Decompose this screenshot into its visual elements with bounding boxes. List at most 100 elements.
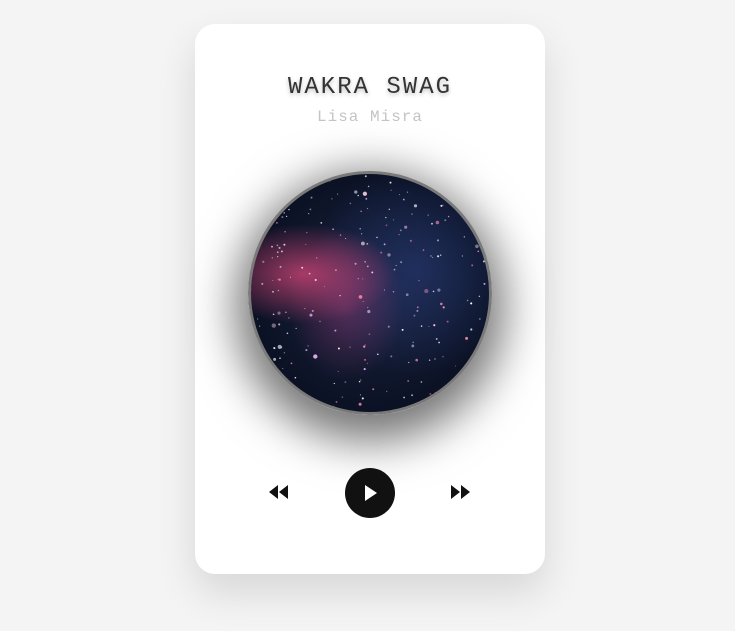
- star: [455, 365, 457, 367]
- star: [279, 357, 281, 359]
- star: [435, 220, 440, 225]
- star: [314, 174, 316, 176]
- star: [359, 227, 361, 230]
- star: [385, 224, 388, 227]
- star: [387, 253, 391, 257]
- star: [254, 216, 257, 219]
- star: [387, 325, 390, 328]
- star: [476, 174, 478, 176]
- star: [354, 190, 358, 194]
- star: [437, 390, 440, 393]
- album-art-disc: [248, 171, 492, 415]
- star: [479, 318, 481, 320]
- star: [345, 238, 347, 239]
- star: [256, 318, 259, 320]
- star: [273, 347, 276, 350]
- star: [437, 288, 441, 292]
- star: [446, 320, 449, 323]
- star: [482, 215, 484, 217]
- star: [416, 309, 419, 312]
- star: [364, 175, 367, 178]
- star: [295, 327, 297, 329]
- star: [310, 196, 313, 199]
- star: [263, 234, 266, 236]
- star: [481, 193, 483, 195]
- star: [272, 290, 274, 293]
- star: [376, 236, 378, 239]
- star: [274, 176, 277, 179]
- star: [407, 380, 410, 382]
- star: [358, 295, 363, 299]
- star: [398, 194, 401, 196]
- star: [283, 212, 285, 214]
- star: [363, 368, 366, 371]
- star: [424, 289, 429, 294]
- star: [386, 390, 388, 393]
- star: [332, 228, 334, 230]
- star: [311, 309, 314, 312]
- star: [275, 210, 278, 213]
- star: [411, 344, 415, 348]
- star: [283, 243, 286, 246]
- star: [272, 191, 274, 193]
- star: [457, 383, 459, 386]
- star: [437, 255, 440, 258]
- star: [420, 381, 423, 383]
- star: [288, 317, 290, 319]
- star: [365, 197, 368, 200]
- rewind-button[interactable]: [267, 482, 291, 502]
- fast-forward-button[interactable]: [448, 482, 472, 502]
- star: [440, 302, 443, 306]
- star: [416, 306, 419, 309]
- song-title: WAKRA SWAG: [287, 74, 453, 101]
- star: [405, 293, 409, 297]
- star: [395, 264, 397, 267]
- play-button[interactable]: [345, 468, 395, 518]
- star: [254, 254, 257, 256]
- star: [408, 361, 410, 364]
- star: [301, 266, 304, 269]
- star: [447, 215, 450, 218]
- star: [281, 216, 284, 219]
- star: [466, 299, 469, 302]
- star: [412, 341, 414, 343]
- star: [487, 225, 489, 228]
- star: [337, 371, 339, 373]
- star: [367, 185, 370, 188]
- star: [273, 357, 277, 361]
- star: [435, 188, 438, 190]
- star: [268, 199, 270, 201]
- star: [461, 255, 464, 257]
- star: [286, 332, 289, 335]
- star: [272, 279, 274, 282]
- star: [341, 396, 344, 398]
- star: [272, 313, 275, 316]
- star: [480, 385, 483, 388]
- star: [465, 363, 468, 366]
- star: [390, 189, 392, 191]
- star: [428, 325, 430, 327]
- star: [473, 366, 476, 368]
- star: [269, 178, 272, 180]
- star: [362, 278, 364, 280]
- star: [337, 347, 340, 350]
- star: [477, 250, 480, 253]
- star: [429, 392, 432, 396]
- star: [390, 355, 393, 358]
- star: [400, 261, 403, 264]
- star: [262, 260, 265, 263]
- star: [284, 231, 286, 233]
- star: [461, 398, 464, 401]
- rewind-icon: [269, 485, 288, 499]
- star: [268, 382, 271, 384]
- star: [261, 282, 264, 285]
- player-card: WAKRA SWAG Lisa Misra: [195, 24, 545, 574]
- galaxy-artwork: [251, 174, 489, 410]
- star: [431, 222, 433, 225]
- star: [271, 245, 273, 248]
- star: [482, 260, 486, 263]
- star: [305, 243, 307, 246]
- star: [442, 355, 444, 358]
- star: [452, 180, 455, 183]
- star: [275, 188, 277, 190]
